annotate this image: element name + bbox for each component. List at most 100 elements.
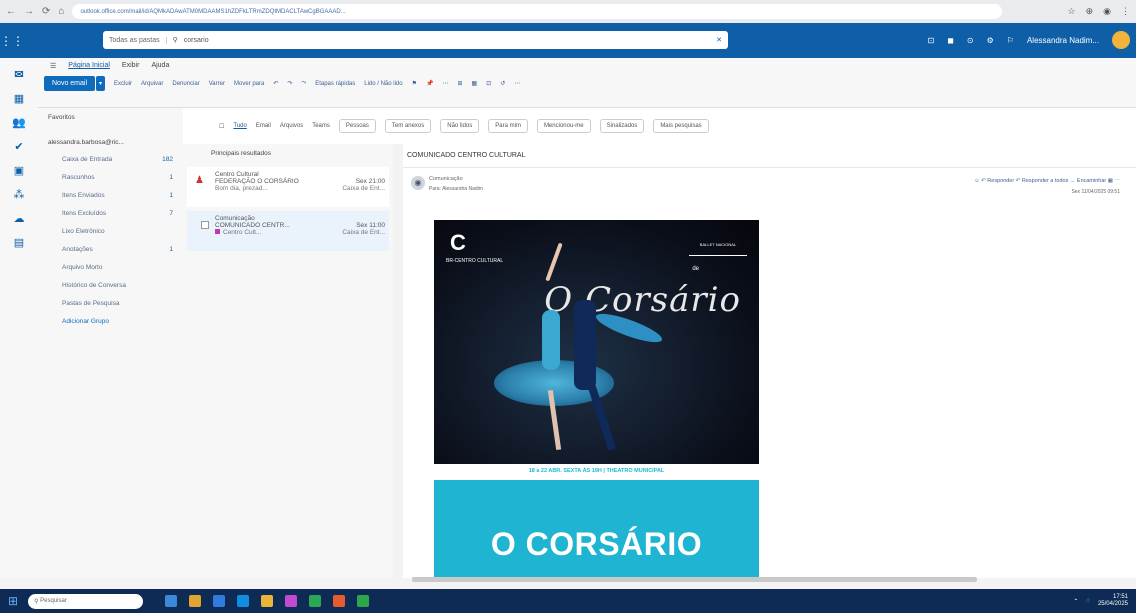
new-mail-button[interactable]: Novo email — [44, 76, 96, 91]
forward-icon[interactable]: ⤳ — [301, 80, 306, 87]
horizontal-scrollbar[interactable] — [412, 577, 977, 582]
new-mail-dropdown-icon[interactable]: ▾ — [96, 76, 106, 91]
user-name[interactable]: Alessandra Nadim... — [1027, 36, 1099, 45]
layout-icon[interactable]: ⊞ — [457, 80, 462, 87]
people-icon[interactable]: 👥 — [12, 116, 26, 129]
filter-has-attachments[interactable]: Tem anexos — [384, 119, 432, 133]
more-apps-icon[interactable]: ▤ — [14, 236, 24, 249]
taskbar-app-icon[interactable] — [213, 595, 226, 607]
taskbar-app-icon[interactable] — [309, 595, 322, 607]
settings-icon[interactable]: ⚙ — [987, 36, 994, 45]
sender-avatar[interactable]: ◉ — [411, 176, 425, 190]
address-bar[interactable]: outlook.office.com/mail/id/AQMkADAwATM0M… — [72, 4, 1003, 19]
search-close-icon[interactable]: ✕ — [716, 36, 722, 44]
list-item[interactable]: Comunicação COMUNICADO CENTR... Sex 11:00… — [187, 211, 389, 251]
browser-menu-icon[interactable]: ⋮ — [1121, 6, 1130, 17]
filter-more[interactable]: Mais pesquisas — [653, 119, 709, 133]
todo-icon[interactable]: ✔ — [14, 140, 23, 153]
taskbar-app-icon[interactable] — [261, 595, 274, 607]
taskbar-app-icon[interactable] — [357, 595, 370, 607]
folder-archive[interactable]: Arquivo Morto — [62, 264, 173, 271]
move-to-button[interactable]: Mover para — [234, 81, 264, 87]
list-item[interactable]: ♟ Centro Cultural FEDERAÇÃO O CORSÁRIO Se… — [187, 167, 389, 207]
ballet-poster-image: C BR-CENTRO CULTURAL BALLET NACIONAL de … — [434, 220, 759, 464]
help-icon[interactable]: ⚐ — [1007, 36, 1014, 45]
folder-search-folders[interactable]: Pastas de Pesquisa — [62, 300, 173, 307]
report-button[interactable]: Denunciar — [172, 81, 199, 87]
forward-icon[interactable]: → — [24, 6, 34, 17]
view-icon[interactable]: ⊡ — [486, 80, 491, 87]
search-scope-dropdown[interactable]: Todas as pastas — [109, 36, 167, 44]
ribbon-collapse-icon[interactable]: ☰ — [50, 62, 56, 70]
clock[interactable]: 17:51 25/04/2025 — [1098, 594, 1128, 608]
app-launcher-icon[interactable]: ⋮⋮ — [0, 34, 24, 48]
email-actions[interactable]: ☺ ↶ Responder ↶ Responder a todos → Enca… — [974, 178, 1120, 184]
reload-icon[interactable]: ⟳ — [42, 6, 50, 17]
taskbar-app-icon[interactable] — [285, 595, 298, 607]
calendar-icon[interactable]: ▦ — [14, 92, 24, 105]
taskbar-search[interactable]: ⚲ Pesquisar — [28, 593, 144, 609]
search-query[interactable]: corsario — [184, 37, 209, 44]
flag-icon[interactable]: ⚑ — [412, 80, 417, 87]
avatar[interactable] — [1112, 31, 1130, 49]
taskbar-app-icon[interactable] — [333, 595, 346, 607]
overflow-icon[interactable]: ⋯ — [514, 80, 520, 87]
filter-to-me[interactable]: Para mim — [488, 119, 528, 133]
more-icon[interactable]: ⋯ — [442, 80, 448, 87]
read-unread-button[interactable]: Lido / Não lido — [364, 81, 402, 87]
search-box[interactable]: Todas as pastas ⚲ corsario ✕ — [103, 31, 728, 49]
results-header[interactable]: Principais resultados — [187, 144, 389, 163]
filter-all-checkbox[interactable]: ☐ — [219, 123, 224, 130]
taskbar-app-icon[interactable] — [237, 595, 250, 607]
favorites-header[interactable]: Favoritos — [48, 114, 173, 121]
filter-flagged[interactable]: Sinalizados — [599, 119, 645, 133]
onedrive-icon[interactable]: ☁ — [14, 212, 25, 225]
extensions-icon[interactable]: ⊕ — [1086, 6, 1094, 17]
add-group-link[interactable]: Adicionar Grupo — [62, 318, 173, 325]
files-icon[interactable]: ▣ — [14, 164, 24, 177]
folder-notes[interactable]: Anotações 1 — [62, 246, 173, 253]
tab-home[interactable]: Página Inicial — [68, 62, 110, 70]
folder-drafts[interactable]: Rascunhos 1 — [62, 174, 173, 181]
archive-button[interactable]: Arquivar — [141, 81, 163, 87]
network-icon[interactable]: ◌ — [1086, 598, 1090, 604]
delete-button[interactable]: Excluir — [114, 81, 132, 87]
filter-mentions[interactable]: Mencionou-me — [536, 119, 591, 133]
sweep-button[interactable]: Varrer — [209, 81, 225, 87]
filter-all[interactable]: Tudo — [233, 123, 246, 129]
home-icon[interactable]: ⌂ — [58, 6, 64, 17]
tray-chevron-icon[interactable]: ⌃ — [1073, 598, 1078, 605]
filter-people[interactable]: Pessoas — [338, 119, 376, 133]
mail-icon[interactable]: ✉ — [14, 68, 23, 81]
undo-icon[interactable]: ↺ — [500, 80, 505, 87]
folder-junk[interactable]: Lixo Eletrônico — [62, 228, 173, 235]
tab-view[interactable]: Exibir — [122, 62, 140, 70]
filter-email[interactable]: Email — [256, 123, 271, 129]
profile-icon[interactable]: ◉ — [1103, 6, 1111, 17]
taskbar-app-icon[interactable] — [189, 595, 202, 607]
folder-deleted[interactable]: Itens Excluídos 7 — [62, 210, 173, 217]
teams-icon[interactable]: ◼ — [947, 36, 954, 45]
message-checkbox[interactable] — [201, 221, 209, 229]
quick-steps-button[interactable]: Etapas rápidas — [315, 81, 355, 87]
windows-start-icon[interactable]: ⊞ — [8, 594, 18, 608]
taskbar-app-icon[interactable] — [165, 595, 178, 607]
filter-teams[interactable]: Teams — [312, 123, 330, 129]
grid-icon[interactable]: ▦ — [472, 80, 478, 87]
filter-unread[interactable]: Não lidos — [440, 119, 480, 133]
reply-all-icon[interactable]: ↷ — [287, 80, 292, 87]
folder-conversation-history[interactable]: Histórico de Conversa — [62, 282, 173, 289]
email-sender[interactable]: Comunicação — [429, 176, 463, 182]
filter-files[interactable]: Arquivos — [280, 123, 303, 129]
tab-help[interactable]: Ajuda — [151, 62, 169, 70]
folder-inbox[interactable]: Caixa de Entrada 182 — [62, 156, 173, 163]
back-icon[interactable]: ← — [6, 6, 16, 17]
meet-icon[interactable]: ⊡ — [928, 36, 935, 45]
bookmark-icon[interactable]: ☆ — [1068, 6, 1076, 17]
reply-icon[interactable]: ↶ — [273, 80, 278, 87]
pin-icon[interactable]: 📌 — [426, 80, 433, 87]
bell-icon[interactable]: ⊙ — [967, 36, 974, 45]
account-header[interactable]: alessandra.barbosa@ric... — [48, 139, 173, 146]
folder-sent[interactable]: Itens Enviados 1 — [62, 192, 173, 199]
groups-icon[interactable]: ⁂ — [14, 188, 25, 201]
